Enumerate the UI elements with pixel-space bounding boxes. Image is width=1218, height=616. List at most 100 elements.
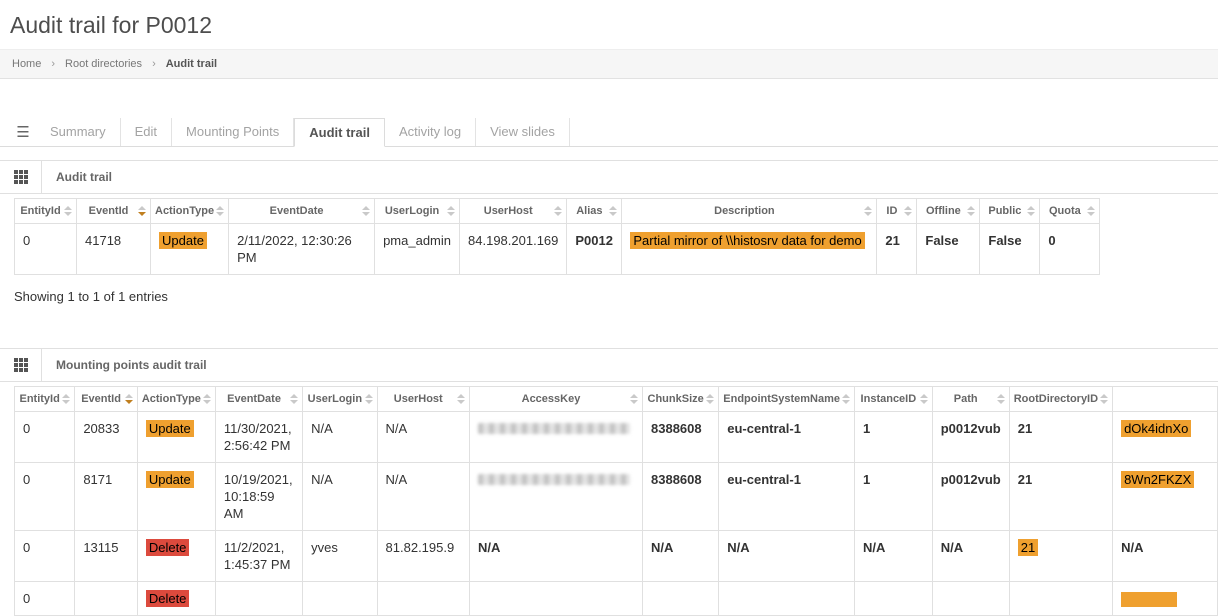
tab-view-slides[interactable]: View slides — [476, 118, 570, 146]
tab-audit-trail[interactable]: Audit trail — [294, 118, 385, 147]
column-header[interactable]: UserHost — [377, 387, 469, 412]
highlighted-value: Delete — [146, 590, 190, 607]
column-header[interactable]: ActionType — [137, 387, 215, 412]
highlighted-value: Update — [159, 232, 207, 249]
table-cell: 21 — [1009, 412, 1112, 463]
column-header-label: ActionType — [155, 205, 214, 217]
table-row: 0Delete — [15, 582, 1218, 616]
sort-icon[interactable] — [457, 394, 465, 404]
sort-icon[interactable] — [997, 394, 1005, 404]
table-cell: 81.82.195.9 — [377, 531, 469, 582]
sort-icon[interactable] — [138, 206, 146, 216]
table-cell: 8Wn2FKZX — [1113, 463, 1218, 531]
sort-icon[interactable] — [216, 206, 224, 216]
breadcrumb-item[interactable]: Home — [12, 58, 41, 70]
table-cell: N/A — [643, 531, 719, 582]
sort-icon[interactable] — [554, 206, 562, 216]
highlighted-value: Update — [146, 420, 194, 437]
column-header[interactable]: EntityId — [15, 199, 77, 224]
panel-title: Mounting points audit trail — [42, 358, 207, 372]
table-cell — [932, 582, 1009, 616]
column-header[interactable]: UserLogin — [375, 199, 460, 224]
grid-icon[interactable] — [0, 161, 42, 194]
highlighted-value — [1121, 592, 1177, 607]
table-cell: dOk4idnXo — [1113, 412, 1218, 463]
table-cell: 11/2/2021, 1:45:37 PM — [215, 531, 302, 582]
tab-strip: ☰ SummaryEditMounting PointsAudit trailA… — [0, 117, 1218, 147]
table-cell: N/A — [1113, 531, 1218, 582]
sort-icon[interactable] — [447, 206, 455, 216]
column-header[interactable]: AccessKey — [469, 387, 642, 412]
tab-edit[interactable]: Edit — [121, 118, 172, 146]
column-header[interactable]: EntityId — [15, 387, 75, 412]
sort-icon[interactable] — [630, 394, 638, 404]
table-cell: Delete — [137, 531, 215, 582]
column-header[interactable]: Description — [622, 199, 877, 224]
sort-icon[interactable] — [842, 394, 850, 404]
column-header[interactable]: RootDirectoryID — [1009, 387, 1112, 412]
column-header-label: UserLogin — [385, 205, 439, 217]
redacted-access-key — [478, 474, 630, 485]
table-cell: 41718 — [77, 224, 151, 275]
sort-icon[interactable] — [362, 206, 370, 216]
column-header[interactable]: UserLogin — [303, 387, 377, 412]
table-cell: pma_admin — [375, 224, 460, 275]
menu-icon[interactable]: ☰ — [10, 118, 36, 146]
sort-icon[interactable] — [62, 394, 70, 404]
sort-icon[interactable] — [967, 206, 975, 216]
sort-icon[interactable] — [125, 394, 133, 404]
sort-icon[interactable] — [904, 206, 912, 216]
column-header[interactable]: Path — [932, 387, 1009, 412]
column-header[interactable]: ID — [877, 199, 917, 224]
column-header[interactable]: EventDate — [215, 387, 302, 412]
sort-icon[interactable] — [1087, 206, 1095, 216]
sort-icon[interactable] — [706, 394, 714, 404]
sort-icon[interactable] — [1100, 394, 1108, 404]
table-cell — [643, 582, 719, 616]
highlighted-value: 21 — [1018, 539, 1038, 556]
sort-icon[interactable] — [609, 206, 617, 216]
table-cell: eu-central-1 — [719, 463, 855, 531]
column-header[interactable]: EndpointSystemName — [719, 387, 855, 412]
table-cell: 8388608 — [643, 463, 719, 531]
column-header-label: RootDirectoryID — [1014, 393, 1098, 405]
table-row: 013115Delete11/2/2021, 1:45:37 PMyves81.… — [15, 531, 1218, 582]
column-header[interactable]: EventId — [75, 387, 138, 412]
mounting-points-table-container: EntityIdEventId ActionType EventDateUserLo… — [0, 386, 1218, 616]
sort-icon[interactable] — [864, 206, 872, 216]
table-cell — [75, 582, 138, 616]
tab-summary[interactable]: Summary — [36, 118, 121, 146]
highlighted-value: 8Wn2FKZX — [1121, 471, 1194, 488]
tab-mounting-points[interactable]: Mounting Points — [172, 118, 294, 146]
column-header-label: UserHost — [484, 205, 533, 217]
table-cell: N/A — [719, 531, 855, 582]
table-cell: 0 — [15, 531, 75, 582]
panel-title: Audit trail — [42, 170, 112, 184]
table-cell — [377, 582, 469, 616]
breadcrumb-item[interactable]: Root directories — [65, 58, 142, 70]
sort-icon[interactable] — [64, 206, 72, 216]
breadcrumb: Home›Root directories›Audit trail — [0, 49, 1218, 79]
column-header[interactable]: Quota — [1040, 199, 1100, 224]
column-header[interactable]: UserHost — [460, 199, 567, 224]
sort-icon[interactable] — [203, 394, 211, 404]
sort-icon[interactable] — [1027, 206, 1035, 216]
column-header-label: ChunkSize — [648, 393, 704, 405]
sort-icon[interactable] — [920, 394, 928, 404]
column-header[interactable]: EventDate — [229, 199, 375, 224]
column-header[interactable]: Alias — [567, 199, 622, 224]
column-header[interactable]: EventId — [77, 199, 151, 224]
table-cell — [303, 582, 377, 616]
sort-icon[interactable] — [290, 394, 298, 404]
table-cell: 0 — [15, 463, 75, 531]
column-header[interactable]: Offline — [917, 199, 980, 224]
table-cell: N/A — [303, 463, 377, 531]
column-header[interactable]: InstanceID — [855, 387, 933, 412]
column-header[interactable]: ChunkSize — [643, 387, 719, 412]
column-header[interactable]: ActionType — [151, 199, 229, 224]
grid-icon[interactable] — [0, 349, 42, 382]
tab-activity-log[interactable]: Activity log — [385, 118, 476, 146]
sort-icon[interactable] — [365, 394, 373, 404]
column-header[interactable]: Public — [980, 199, 1040, 224]
column-header-label: ActionType — [142, 393, 201, 405]
